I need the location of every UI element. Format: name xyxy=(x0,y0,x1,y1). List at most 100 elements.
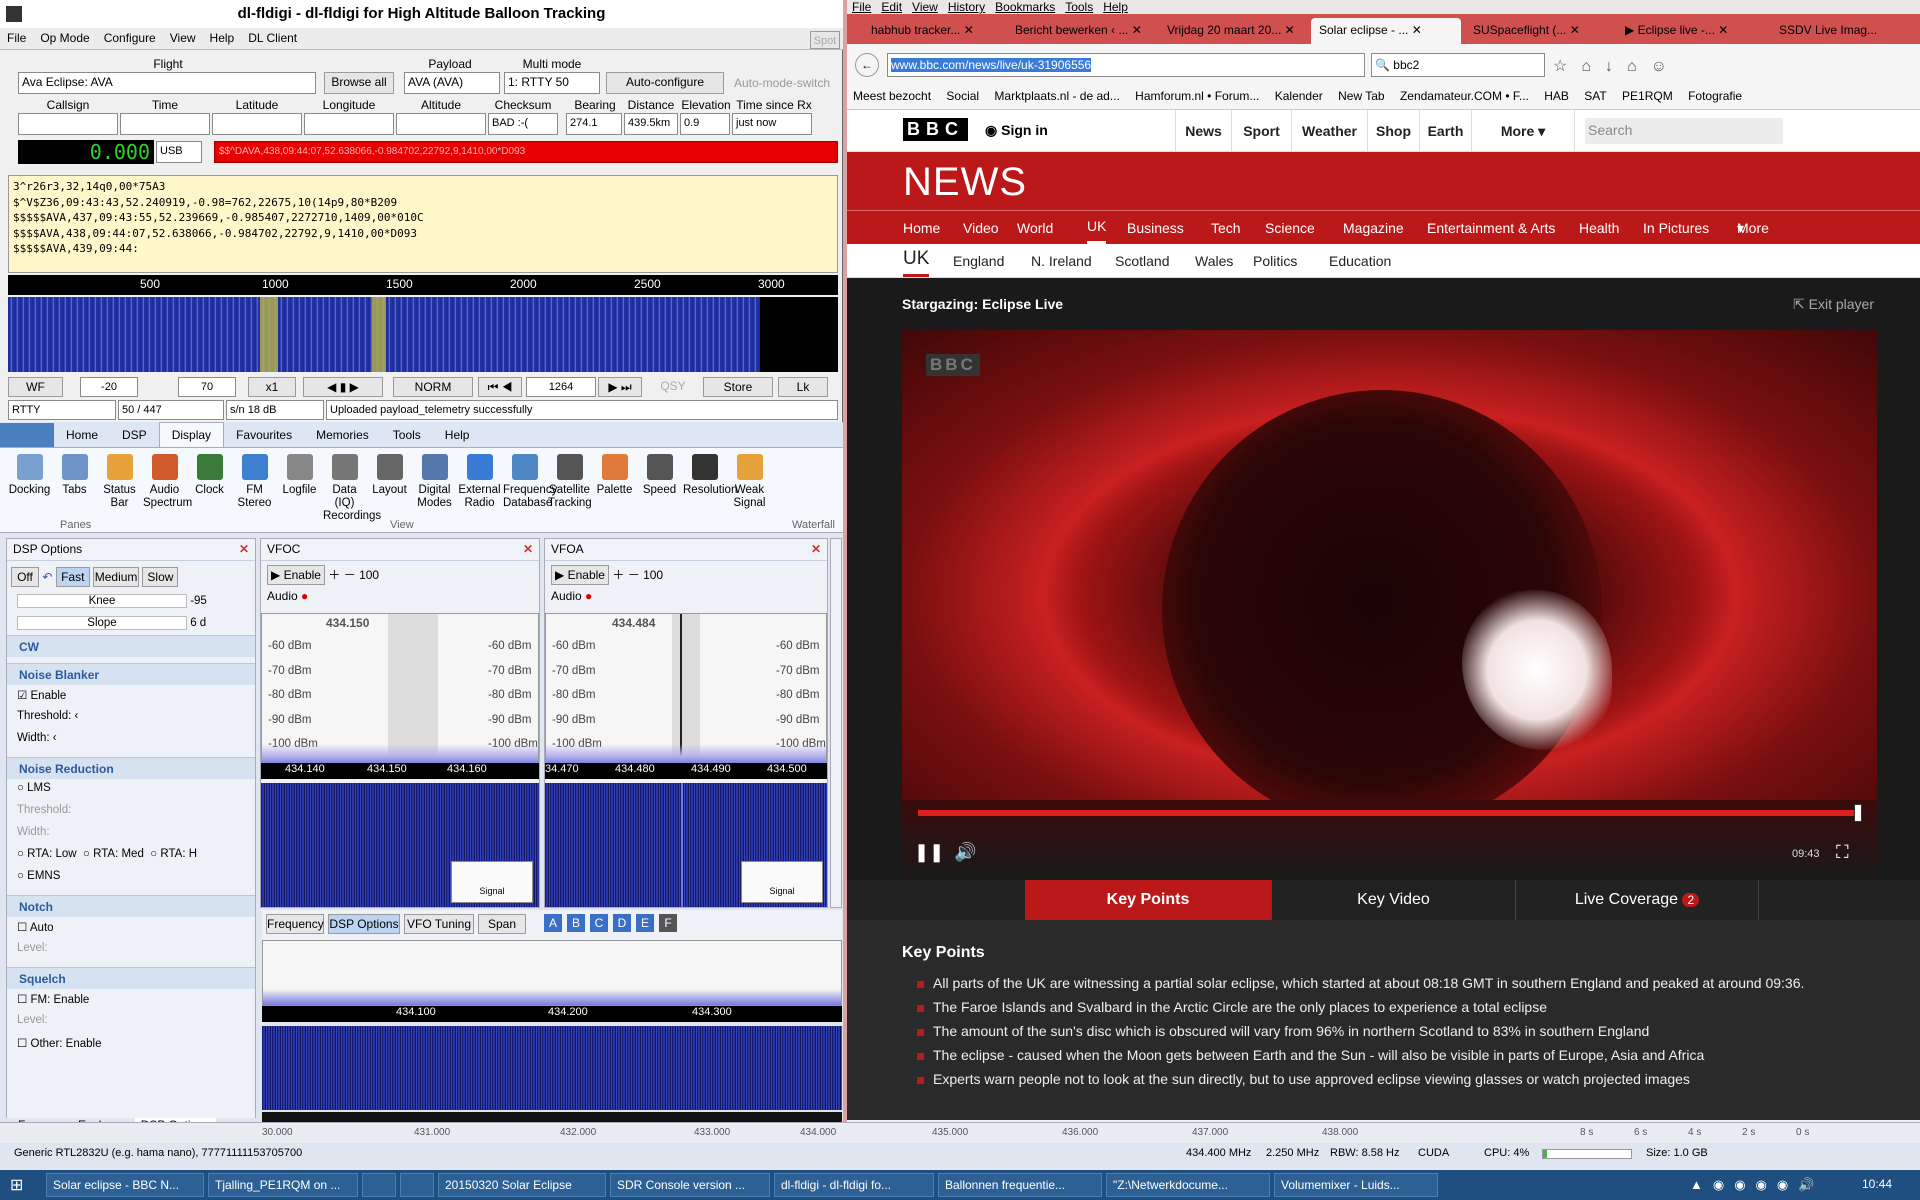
tab-tools[interactable]: Tools xyxy=(381,423,433,447)
bookmark[interactable]: New Tab xyxy=(1332,86,1390,106)
rewind-icon[interactable]: ⏮ ◀ xyxy=(478,377,522,397)
tab-bericht[interactable]: Bericht bewerken ‹ ... ✕ xyxy=(1007,18,1155,44)
tab-habhub[interactable]: habhub tracker... ✕ xyxy=(863,18,1003,44)
nb-threshold-slider[interactable]: ‹ xyxy=(75,710,79,722)
spot-button[interactable]: Spot xyxy=(810,31,840,49)
bbc-search-input[interactable]: Search xyxy=(1585,118,1783,144)
taskbar-item[interactable]: Tjalling_PE1RQM on ... xyxy=(208,1173,358,1197)
agc-medium[interactable]: Medium xyxy=(93,567,140,587)
emns-radio[interactable]: ○ xyxy=(17,870,24,882)
flight-select[interactable]: Ava Eclipse: AVA xyxy=(18,72,316,94)
url-bar[interactable]: www.bbc.com/news/live/uk-31906556 xyxy=(887,53,1365,77)
bbc-nav-sport[interactable]: Sport xyxy=(1231,110,1291,152)
bbc-nav-news[interactable]: News xyxy=(1175,110,1231,152)
automode-switch[interactable]: Auto-mode-switch xyxy=(734,76,842,90)
span-dropdown[interactable]: Span xyxy=(478,914,526,934)
tab-dsp[interactable]: DSP xyxy=(110,423,159,447)
tab-live-coverage[interactable]: Live Coverage 2 xyxy=(1515,880,1759,920)
tab-home[interactable]: Home xyxy=(54,423,110,447)
bookmark[interactable]: PE1RQM xyxy=(1616,86,1679,106)
tab-suspaceflight[interactable]: SUSpaceflight (... ✕ xyxy=(1465,18,1613,44)
bookmark[interactable]: Meest bezocht xyxy=(847,86,937,106)
subnav-nireland[interactable]: N. Ireland xyxy=(1031,244,1092,278)
checksum-field[interactable]: BAD :-( xyxy=(488,113,558,135)
nav-magazine[interactable]: Magazine xyxy=(1343,211,1404,245)
plus-icon[interactable]: ＋ xyxy=(328,568,340,582)
menu-history[interactable]: History xyxy=(943,0,990,14)
ribbon-status-bar[interactable]: Status Bar xyxy=(98,454,141,510)
taskbar-item[interactable]: 20150320 Solar Eclipse xyxy=(438,1173,606,1197)
vfo-f-button[interactable]: F xyxy=(659,914,677,932)
tab-display[interactable]: Display xyxy=(158,422,225,447)
tab-eclipse-live[interactable]: ▶ Eclipse live -... ✕ xyxy=(1617,18,1767,44)
payload-select[interactable]: AVA (AVA) xyxy=(404,72,500,94)
section-notch[interactable]: Notch xyxy=(7,895,255,917)
multimode-select[interactable]: 1: RTTY 50 xyxy=(504,72,600,94)
slope-slider[interactable]: Slope xyxy=(17,616,187,630)
video-frame[interactable]: BBC xyxy=(902,330,1877,830)
ribbon-clock[interactable]: Clock xyxy=(188,454,231,497)
autoconfigure-button[interactable]: Auto-configure xyxy=(606,72,724,94)
close-icon[interactable]: ✕ xyxy=(523,542,533,556)
since-field[interactable]: just now xyxy=(732,113,812,135)
tab-frequency[interactable]: Frequency xyxy=(266,914,324,934)
taskbar-item[interactable]: Ballonnen frequentie... xyxy=(938,1173,1102,1197)
taskbar-item[interactable]: SDR Console version ... xyxy=(610,1173,770,1197)
vfoa-spectrum[interactable]: 434.484 -60 dBm-70 dBm-80 dBm-90 dBm-100… xyxy=(545,613,827,764)
zoom-button[interactable]: x1 xyxy=(248,377,296,397)
longitude-field[interactable] xyxy=(304,113,394,135)
wf-ref-level[interactable]: -20 xyxy=(80,377,138,397)
bbc-nav-shop[interactable]: Shop xyxy=(1367,110,1419,152)
menu-configure[interactable]: Configure xyxy=(97,28,163,48)
subnav-scotland[interactable]: Scotland xyxy=(1115,244,1169,278)
subnav-england[interactable]: England xyxy=(953,244,1004,278)
search-bar[interactable]: 🔍 bbc2 xyxy=(1371,53,1545,77)
bbc-nav-weather[interactable]: Weather xyxy=(1291,110,1367,152)
frequency-display[interactable]: 0.000 xyxy=(18,140,154,164)
subnav-education[interactable]: Education xyxy=(1329,244,1391,278)
app-icon[interactable] xyxy=(6,6,22,22)
nb-enable-checkbox[interactable]: ☑ xyxy=(17,690,27,702)
bookmark[interactable]: HAB xyxy=(1538,86,1575,106)
menu-tools[interactable]: Tools xyxy=(1060,0,1098,14)
close-icon[interactable]: ✕ xyxy=(239,542,249,556)
pause-icon[interactable]: ❚❚ xyxy=(914,842,944,863)
bookmark[interactable]: Fotografie xyxy=(1682,86,1748,106)
tab-vrijdag[interactable]: Vrijdag 20 maart 20... ✕ xyxy=(1159,18,1307,44)
ribbon-logfile[interactable]: Logfile xyxy=(278,454,321,497)
tab-solar-eclipse[interactable]: Solar eclipse - ... ✕ xyxy=(1311,18,1461,44)
callsign-field[interactable] xyxy=(18,113,118,135)
agc-fast[interactable]: Fast xyxy=(55,567,90,587)
bearing-field[interactable]: 274.1 xyxy=(566,113,622,135)
wf-mode-button[interactable]: WF xyxy=(8,377,63,397)
bookmark[interactable]: Hamforum.nl • Forum... xyxy=(1129,86,1265,106)
nav-home[interactable]: Home xyxy=(903,211,940,245)
mode-select[interactable]: USB xyxy=(156,141,202,163)
bbc-nav-earth[interactable]: Earth xyxy=(1419,110,1471,152)
notch-auto-checkbox[interactable]: ☐ xyxy=(17,922,27,934)
nav-uk[interactable]: UK xyxy=(1087,211,1107,244)
bbc-logo[interactable]: BBC xyxy=(903,118,968,141)
nav-tech[interactable]: Tech xyxy=(1211,211,1241,245)
bookmark[interactable]: Social xyxy=(940,86,985,106)
tray-icons[interactable]: ▲◉◉◉◉🔊 xyxy=(1690,1177,1824,1193)
menu-bookmarks[interactable]: Bookmarks xyxy=(990,0,1060,14)
ribbon-fm-stereo[interactable]: FM Stereo xyxy=(233,454,276,510)
knee-slider[interactable]: Knee xyxy=(17,594,187,608)
tab-favourites[interactable]: Favourites xyxy=(224,423,304,447)
tab-ssdv[interactable]: SSDV Live Imag... xyxy=(1771,18,1919,44)
vfoc-spectrum[interactable]: 434.150 -60 dBm-70 dBm-80 dBm-90 dBm-100… xyxy=(261,613,539,764)
ribbon-external-radio[interactable]: External Radio xyxy=(458,454,501,510)
minus-icon[interactable]: － xyxy=(344,568,356,582)
nav-entertainment[interactable]: Entertainment & Arts xyxy=(1427,211,1555,245)
qsy-button[interactable]: QSY xyxy=(648,379,698,393)
news-logo[interactable]: NEWS xyxy=(903,160,1027,205)
ribbon-digital-modes[interactable]: Digital Modes xyxy=(413,454,456,510)
section-cw[interactable]: CW xyxy=(7,635,255,657)
volume-icon[interactable]: 🔊 xyxy=(954,842,976,863)
rta-low-radio[interactable]: ○ RTA: Low xyxy=(17,848,77,860)
altitude-field[interactable] xyxy=(396,113,486,135)
bookmark[interactable]: Marktplaats.nl - de ad... xyxy=(988,86,1125,106)
nav-in-pictures[interactable]: In Pictures xyxy=(1643,211,1709,245)
vfo-c-button[interactable]: C xyxy=(590,914,608,932)
